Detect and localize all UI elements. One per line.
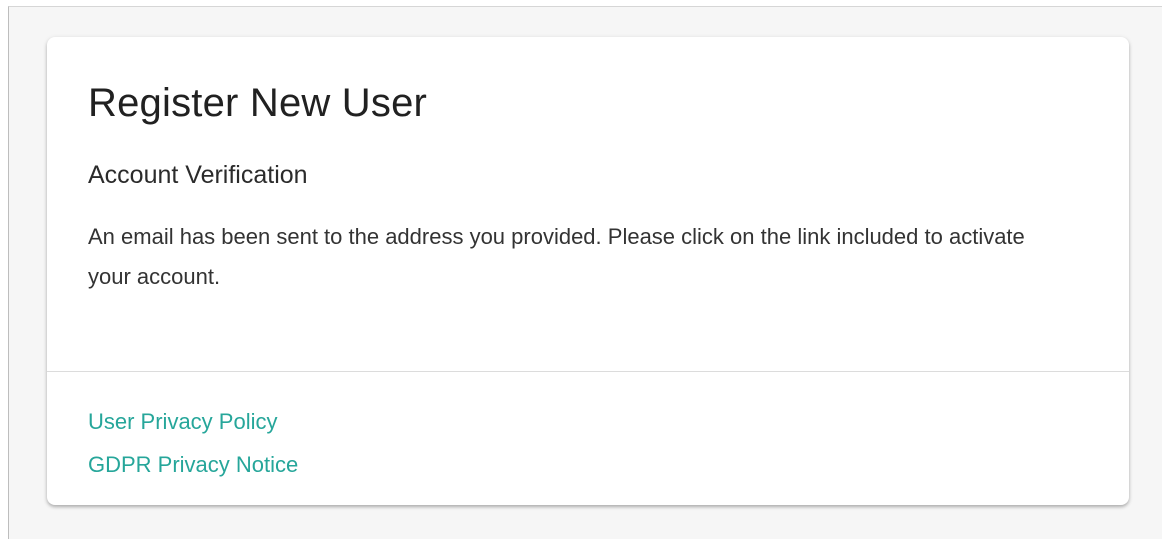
- page-title: Register New User: [88, 81, 428, 125]
- footer-links: User Privacy Policy GDPR Privacy Notice: [88, 400, 298, 486]
- registration-card: Register New User Account Verification A…: [47, 37, 1129, 505]
- page-background: Register New User Account Verification A…: [8, 6, 1162, 539]
- card-content: Register New User Account Verification A…: [47, 37, 1129, 371]
- divider: [47, 371, 1129, 372]
- section-title: Account Verification: [88, 161, 308, 189]
- user-privacy-policy-link[interactable]: User Privacy Policy: [88, 400, 298, 443]
- gdpr-privacy-notice-link[interactable]: GDPR Privacy Notice: [88, 443, 298, 486]
- verification-message: An email has been sent to the address yo…: [88, 224, 1025, 289]
